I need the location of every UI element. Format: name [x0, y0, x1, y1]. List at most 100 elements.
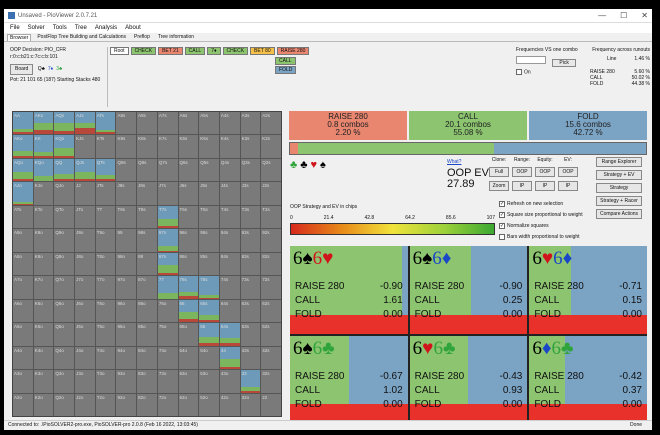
hand-cell[interactable]: T9o: [95, 229, 116, 252]
hand-cell[interactable]: A7s: [157, 112, 178, 135]
hand-cell[interactable]: 63s: [240, 299, 261, 323]
hand-cell[interactable]: A3s: [240, 112, 261, 135]
hand-cell[interactable]: K9o: [33, 229, 54, 252]
hand-cell[interactable]: A2o: [13, 393, 33, 416]
hand-cell[interactable]: T7o: [95, 276, 116, 299]
action-step-3[interactable]: CALL: [184, 47, 206, 55]
hand-cell[interactable]: T6o: [95, 299, 116, 323]
hand-cell[interactable]: K2o: [33, 393, 54, 416]
suit-icon[interactable]: ♠: [320, 159, 326, 171]
hand-cell[interactable]: ATo: [13, 205, 33, 229]
hand-cell[interactable]: 84s: [219, 252, 240, 276]
option-checkbox[interactable]: ✓: [499, 222, 505, 229]
tab-0[interactable]: Browser: [7, 33, 32, 41]
hand-cell[interactable]: Q2s: [261, 158, 281, 182]
hand-cell[interactable]: 85s: [199, 252, 219, 276]
combo-card[interactable]: 6♠6♥ RAISE 280 -0.90 CALL 1.61 FOLD 0.00: [290, 246, 408, 334]
hand-cell[interactable]: AJs: [75, 112, 95, 135]
next-action-call[interactable]: CALL: [275, 57, 297, 65]
strategy-ev-button[interactable]: Strategy + EV: [596, 170, 642, 180]
hand-cell[interactable]: K8s: [137, 135, 157, 158]
summary-call[interactable]: CALL 20.1 combos 55.08 %: [409, 111, 527, 140]
action-step-2[interactable]: BET 21: [158, 47, 183, 55]
hand-cell[interactable]: T3s: [240, 205, 261, 229]
close-icon[interactable]: ✕: [641, 11, 648, 20]
hand-cell[interactable]: J7o: [75, 276, 95, 299]
hand-cell[interactable]: 93s: [240, 229, 261, 252]
hand-cell[interactable]: 53s: [240, 323, 261, 346]
menu-item-about[interactable]: About: [125, 25, 141, 31]
hand-cell[interactable]: K6o: [33, 299, 54, 323]
hand-cell[interactable]: J9s: [116, 182, 137, 205]
range-explorer-button[interactable]: Range Explorer: [596, 157, 642, 167]
hand-cell[interactable]: 97o: [116, 276, 137, 299]
hand-cell[interactable]: 74s: [219, 276, 240, 299]
combo-card[interactable]: 6♦6♣ RAISE 280 -0.42 CALL 0.37 FOLD 0.00: [529, 335, 647, 423]
combo-card[interactable]: 6♥6♦ RAISE 280 -0.71 CALL 0.15 FOLD 0.00: [529, 246, 647, 334]
hand-cell[interactable]: 72o: [157, 393, 178, 416]
hand-cell[interactable]: KQs: [54, 135, 75, 158]
menu-item-file[interactable]: File: [10, 25, 20, 31]
hand-cell[interactable]: 85o: [137, 323, 157, 346]
combo-card[interactable]: 6♠6♣ RAISE 280 -0.67 CALL 1.02 FOLD 0.00: [290, 335, 408, 423]
hand-cell[interactable]: T4s: [219, 205, 240, 229]
hand-cell[interactable]: QJs: [75, 158, 95, 182]
hand-cell[interactable]: 94s: [219, 229, 240, 252]
pick-button[interactable]: Pick: [552, 59, 576, 67]
hand-cell[interactable]: KK: [33, 135, 54, 158]
strategy-button[interactable]: Strategy: [596, 183, 642, 193]
tab-1[interactable]: PostFlop Tree Building and Calculations: [35, 34, 128, 40]
suit-icon[interactable]: ♣: [290, 159, 297, 171]
hand-cell[interactable]: K4s: [219, 135, 240, 158]
hand-cell[interactable]: T8o: [95, 252, 116, 276]
hand-cell[interactable]: Q5s: [199, 158, 219, 182]
control-button-0[interactable]: Full: [489, 167, 509, 177]
hand-cell[interactable]: K6s: [178, 135, 199, 158]
hand-cell[interactable]: 53o: [199, 370, 219, 393]
hand-cell[interactable]: J7s: [157, 182, 178, 205]
hand-cell[interactable]: J8o: [75, 252, 95, 276]
hand-cell[interactable]: 98o: [116, 252, 137, 276]
hand-cell[interactable]: AA: [13, 112, 33, 135]
hand-cell[interactable]: 74o: [157, 346, 178, 370]
hand-cell[interactable]: J8s: [137, 182, 157, 205]
hand-cell[interactable]: 42s: [261, 346, 281, 370]
hand-cell[interactable]: 86o: [137, 299, 157, 323]
hand-cell[interactable]: 75s: [199, 276, 219, 299]
hand-cell[interactable]: 22: [261, 393, 281, 416]
hand-cell[interactable]: T6s: [178, 205, 199, 229]
hand-cell[interactable]: A6s: [178, 112, 199, 135]
hand-cell[interactable]: T2o: [95, 393, 116, 416]
hand-cell[interactable]: KQo: [33, 158, 54, 182]
hand-cell[interactable]: QJo: [54, 182, 75, 205]
hand-cell[interactable]: AQo: [13, 158, 33, 182]
hand-cell[interactable]: QQ: [54, 158, 75, 182]
hand-cell[interactable]: A2s: [261, 112, 281, 135]
hand-cell[interactable]: Q6o: [54, 299, 75, 323]
hand-cell[interactable]: 97s: [157, 229, 178, 252]
hand-cell[interactable]: KJs: [75, 135, 95, 158]
suit-icon[interactable]: ♣: [300, 159, 307, 171]
combo-card[interactable]: 6♠6♦ RAISE 280 -0.90 CALL 0.25 FOLD 0.00: [409, 246, 528, 334]
hand-cell[interactable]: J6s: [178, 182, 199, 205]
hand-cell[interactable]: 98s: [137, 229, 157, 252]
hand-cell[interactable]: T4o: [95, 346, 116, 370]
hand-cell[interactable]: 84o: [137, 346, 157, 370]
control-button-3[interactable]: OOP: [558, 167, 578, 177]
hand-cell[interactable]: 95s: [199, 229, 219, 252]
hand-cell[interactable]: 63o: [178, 370, 199, 393]
hand-cell[interactable]: JTo: [75, 205, 95, 229]
hand-cell[interactable]: Q6s: [178, 158, 199, 182]
hand-cell[interactable]: A5s: [199, 112, 219, 135]
hand-cell[interactable]: 92o: [116, 393, 137, 416]
hand-cell[interactable]: 92s: [261, 229, 281, 252]
hand-cell[interactable]: ATs: [95, 112, 116, 135]
hand-cell[interactable]: J5o: [75, 323, 95, 346]
action-step-7[interactable]: RAISE 280: [276, 47, 310, 55]
action-step-6[interactable]: BET 80: [250, 47, 275, 55]
hand-cell[interactable]: Q7s: [157, 158, 178, 182]
hand-cell[interactable]: 55: [199, 323, 219, 346]
hand-cell[interactable]: A4o: [13, 346, 33, 370]
hand-cell[interactable]: T3o: [95, 370, 116, 393]
hand-cell[interactable]: A7o: [13, 276, 33, 299]
